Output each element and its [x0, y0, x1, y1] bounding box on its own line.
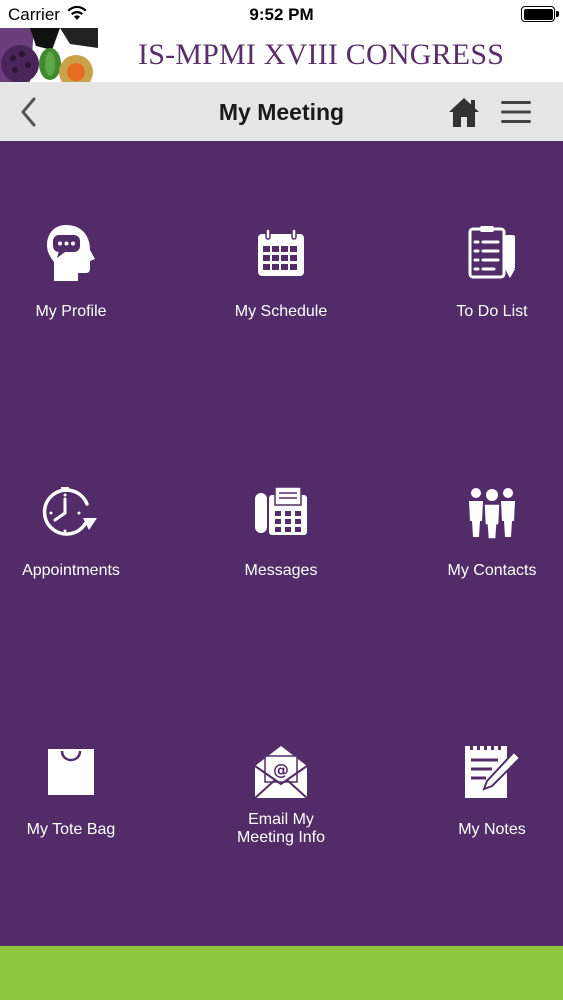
tile-my-tote-bag[interactable]: My Tote Bag: [0, 739, 146, 889]
tile-label: My Notes: [458, 821, 526, 838]
hamburger-menu-icon[interactable]: [498, 96, 534, 128]
my-meeting-grid: My Profile My Schedule To Do List Appoin…: [0, 141, 563, 946]
checklist-icon: [468, 226, 515, 279]
tile-label: To Do List: [456, 303, 528, 320]
tile-appointments[interactable]: Appointments: [0, 480, 146, 630]
email-icon: @: [254, 746, 308, 799]
tile-to-do-list[interactable]: To Do List: [417, 221, 563, 371]
navigation-bar: My Meeting: [0, 82, 563, 141]
contacts-group-icon: [469, 488, 515, 539]
tile-label: My Schedule: [234, 303, 328, 320]
phone-fax-icon: [255, 486, 307, 535]
tile-label: Messages: [244, 562, 318, 579]
clock-time: 9:52 PM: [249, 5, 314, 24]
tile-my-profile[interactable]: My Profile: [0, 221, 146, 371]
bag-icon: [48, 749, 94, 795]
tile-label: My Tote Bag: [26, 821, 116, 838]
tile-label: My Profile: [35, 303, 107, 320]
tile-my-schedule[interactable]: My Schedule: [206, 221, 356, 371]
congress-title: IS-MPMI XVIII CONGRESS: [138, 38, 505, 71]
battery-icon: [521, 6, 559, 22]
tile-label: Email My Meeting Info: [236, 811, 326, 846]
calendar-icon: [258, 228, 304, 276]
tile-label: Appointments: [22, 562, 120, 579]
home-icon[interactable]: [446, 95, 482, 129]
svg-text:@: @: [273, 760, 289, 779]
footer-bar: [0, 946, 563, 1000]
tile-messages[interactable]: Messages: [206, 480, 356, 630]
tile-email-my-meeting-info[interactable]: @ Email My Meeting Info: [206, 739, 356, 889]
clock-icon: [42, 487, 97, 536]
banner-artwork: [0, 28, 98, 82]
status-bar: Carrier 9:52 PM: [0, 0, 563, 28]
profile-head-icon: [47, 225, 95, 281]
notes-icon: [465, 743, 522, 798]
tile-my-contacts[interactable]: My Contacts: [417, 480, 563, 630]
congress-banner: IS-MPMI XVIII CONGRESS: [0, 28, 563, 82]
tile-my-notes[interactable]: My Notes: [417, 739, 563, 889]
tile-label: My Contacts: [447, 562, 537, 579]
